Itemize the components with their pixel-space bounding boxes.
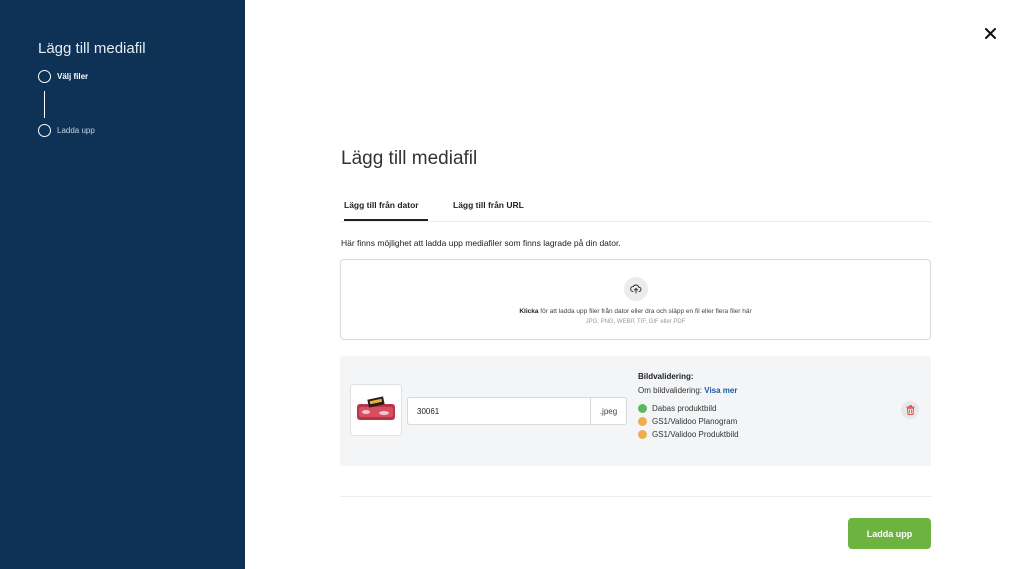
file-row: .jpeg Bildvalidering: Om bildvalidering:… (340, 356, 931, 466)
step-label: Välj filer (57, 72, 89, 81)
step-circle-icon (38, 124, 51, 137)
upload-button[interactable]: Ladda upp (848, 518, 931, 549)
step-connector (44, 91, 45, 118)
file-extension: .jpeg (590, 398, 626, 424)
dropzone-text: för att ladda upp filer från dator eller… (538, 308, 752, 315)
sidebar-title: Lägg till mediafil (38, 40, 146, 57)
validation-label: Dabas produktbild (652, 404, 717, 413)
validation-item: GS1/Validoo Planogram (638, 417, 739, 426)
validation-about: Om bildvalidering: Visa mer (638, 386, 739, 395)
validation-about-label: Om bildvalidering: (638, 386, 703, 395)
sidebar: Lägg till mediafil Välj filer Ladda upp (0, 0, 245, 569)
product-image-icon (357, 396, 395, 420)
file-thumbnail (350, 384, 402, 436)
tab-from-computer[interactable]: Lägg till från dator (344, 196, 428, 221)
cloud-upload-icon (630, 284, 642, 294)
page-title: Lägg till mediafil (341, 148, 478, 169)
status-yellow-icon (638, 430, 647, 439)
tab-bar: Lägg till från dator Lägg till från URL (341, 196, 931, 222)
validation-label: GS1/Validoo Planogram (652, 417, 738, 426)
delete-file-button[interactable] (901, 401, 919, 419)
filename-field[interactable]: .jpeg (407, 397, 627, 425)
footer-divider (340, 496, 931, 497)
step-label: Ladda upp (57, 126, 95, 135)
close-icon (984, 27, 996, 39)
step-select-files: Välj filer (38, 70, 88, 83)
image-validation: Bildvalidering: Om bildvalidering: Visa … (638, 372, 739, 439)
dropzone-instructions: Klicka för att ladda upp filer från dato… (341, 308, 930, 315)
validation-item: GS1/Validoo Produktbild (638, 430, 739, 439)
file-dropzone[interactable]: Klicka för att ladda upp filer från dato… (340, 259, 931, 340)
upload-icon-circle (624, 277, 648, 301)
filename-input[interactable] (408, 398, 590, 424)
close-button[interactable] (981, 24, 999, 42)
validation-label: GS1/Validoo Produktbild (652, 430, 739, 439)
description-text: Här finns möjlighet att ladda upp mediaf… (341, 238, 621, 248)
status-green-icon (638, 404, 647, 413)
validation-item: Dabas produktbild (638, 404, 739, 413)
dropzone-click-word: Klicka (519, 308, 539, 315)
validation-title: Bildvalidering: (638, 372, 694, 381)
show-more-link[interactable]: Visa mer (704, 386, 737, 395)
step-upload: Ladda upp (38, 124, 95, 137)
dropzone-formats: JPG, PNG, WEBP, TIF, GIF eller PDF (585, 319, 686, 325)
trash-icon (906, 405, 914, 415)
status-yellow-icon (638, 417, 647, 426)
tab-from-url[interactable]: Lägg till från URL (453, 196, 524, 221)
step-circle-icon (38, 70, 51, 83)
